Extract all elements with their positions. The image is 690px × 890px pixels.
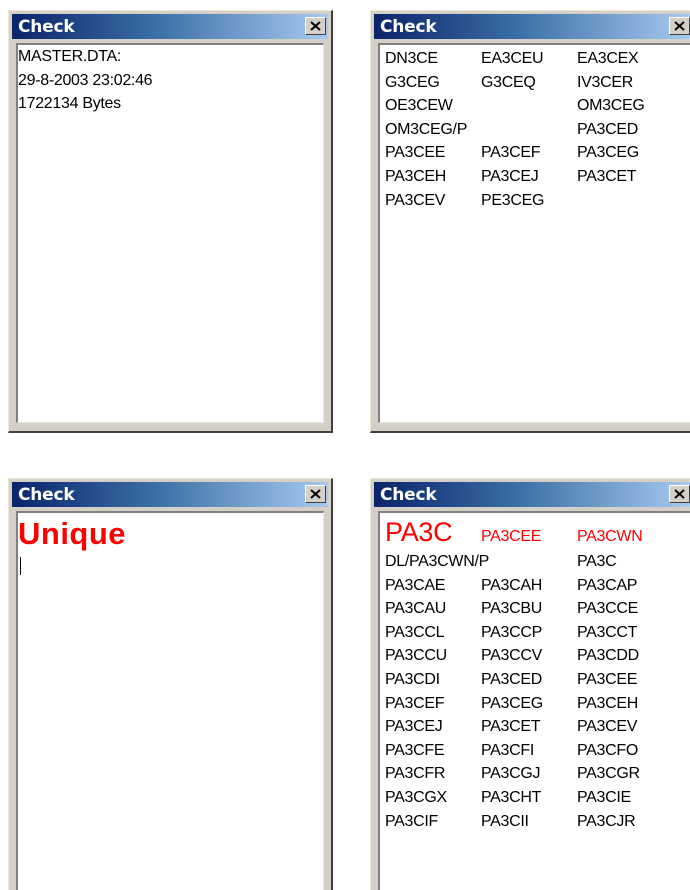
list-item[interactable]: PA3C <box>577 550 673 574</box>
callsign-list[interactable]: DN3CE EA3CEU EA3CEX G3CEG G3CEQ IV3CER O… <box>378 43 690 423</box>
query-call: PA3C <box>385 517 453 547</box>
list-item[interactable]: G3CEQ <box>481 71 577 95</box>
list-item[interactable]: PA3CEH <box>577 692 673 716</box>
list-item[interactable]: PA3CET <box>577 165 673 189</box>
list-item[interactable]: PA3CGX <box>385 786 481 810</box>
list-item[interactable]: PA3CEV <box>577 715 673 739</box>
close-button[interactable] <box>305 485 326 503</box>
list-item[interactable]: PA3CEF <box>481 141 577 165</box>
file-date-line: 29-8-2003 23:02:46 <box>18 71 153 89</box>
list-item[interactable]: OM3CEG <box>577 94 673 118</box>
window-title: Check <box>18 485 75 505</box>
close-icon <box>310 21 321 31</box>
list-item[interactable]: PA3CFI <box>481 739 577 763</box>
list-item[interactable]: PA3CCV <box>481 644 577 668</box>
list-item[interactable]: EA3CEU <box>481 47 577 71</box>
window-title: Check <box>380 17 437 37</box>
list-item[interactable]: DN3CE <box>385 47 481 71</box>
close-button[interactable] <box>669 17 690 35</box>
list-item[interactable]: PA3CEE <box>577 668 673 692</box>
list-item[interactable]: PA3CEV <box>385 189 481 213</box>
close-button[interactable] <box>305 17 326 35</box>
title-bar[interactable]: Check <box>12 14 328 39</box>
list-item[interactable]: OE3CEW <box>385 94 577 118</box>
check-window-unique: Check Unique <box>8 478 333 890</box>
list-item[interactable]: PA3CED <box>481 668 577 692</box>
file-name-line: MASTER.DTA: <box>18 48 122 65</box>
list-item[interactable]: PA3CEF <box>385 692 481 716</box>
text-area[interactable]: Unique <box>16 511 324 890</box>
list-item[interactable]: PA3CFO <box>577 739 673 763</box>
close-icon <box>674 21 685 31</box>
close-button[interactable] <box>669 485 690 503</box>
close-icon <box>674 489 685 499</box>
unique-status: Unique <box>18 516 127 551</box>
list-item[interactable]: PA3CEE <box>385 141 481 165</box>
list-item[interactable]: PA3CDD <box>577 644 673 668</box>
title-bar[interactable]: Check <box>12 482 328 507</box>
list-item[interactable]: PE3CEG <box>481 189 577 213</box>
text-area[interactable]: MASTER.DTA: 29-8-2003 23:02:46 1722134 B… <box>16 43 324 423</box>
list-item[interactable]: PA3CCE <box>577 597 673 621</box>
list-item[interactable]: PA3CAE <box>385 574 481 598</box>
list-item[interactable]: G3CEG <box>385 71 481 95</box>
list-item[interactable]: PA3CJR <box>577 810 673 834</box>
list-item[interactable]: PA3CCU <box>385 644 481 668</box>
title-bar[interactable]: Check <box>374 482 690 507</box>
list-item[interactable]: PA3CED <box>577 118 673 142</box>
list-item[interactable]: PA3CCL <box>385 621 481 645</box>
list-item[interactable]: PA3CBU <box>481 597 577 621</box>
close-icon <box>310 489 321 499</box>
window-title: Check <box>18 17 75 37</box>
list-item[interactable]: PA3CFR <box>385 762 481 786</box>
list-item[interactable]: PA3CII <box>481 810 577 834</box>
list-item[interactable]: PA3CEG <box>577 141 673 165</box>
list-item[interactable]: PA3CDI <box>385 668 481 692</box>
partial-match-list[interactable]: PA3C PA3CEE PA3CWN DL/PA3CWN/P PA3C PA3C… <box>378 511 690 890</box>
list-item[interactable]: PA3CCP <box>481 621 577 645</box>
list-item[interactable]: PA3CGR <box>577 762 673 786</box>
list-item[interactable]: PA3CFE <box>385 739 481 763</box>
list-item[interactable]: EA3CEX <box>577 47 673 71</box>
window-title: Check <box>380 485 437 505</box>
list-item[interactable]: PA3CAP <box>577 574 673 598</box>
list-item[interactable]: PA3CEJ <box>481 165 577 189</box>
list-item[interactable]: PA3CEH <box>385 165 481 189</box>
list-item[interactable]: PA3CGJ <box>481 762 577 786</box>
check-window-callsign-list: Check DN3CE EA3CEU EA3CEX G3CEG G3CEQ IV… <box>370 10 690 433</box>
list-item[interactable]: PA3CEG <box>481 692 577 716</box>
text-cursor <box>20 557 21 575</box>
list-item[interactable]: PA3CHT <box>481 786 577 810</box>
list-item[interactable]: PA3CIF <box>385 810 481 834</box>
check-window-partial-match: Check PA3C PA3CEE PA3CWN DL/PA3CWN/P PA3… <box>370 478 690 890</box>
highlight-call[interactable]: PA3CEE <box>481 525 577 549</box>
list-item[interactable]: PA3CAH <box>481 574 577 598</box>
list-item[interactable]: PA3CIE <box>577 786 673 810</box>
file-size-line: 1722134 Bytes <box>18 95 121 113</box>
highlight-call[interactable]: PA3CWN <box>577 525 643 549</box>
list-item[interactable]: PA3CEJ <box>385 715 481 739</box>
list-item[interactable]: IV3CER <box>577 71 673 95</box>
list-item[interactable]: PA3CCT <box>577 621 673 645</box>
title-bar[interactable]: Check <box>374 14 690 39</box>
list-item[interactable]: DL/PA3CWN/P <box>385 550 577 574</box>
check-window-file-info: Check MASTER.DTA: 29-8-2003 23:02:46 172… <box>8 10 333 433</box>
list-item[interactable]: PA3CAU <box>385 597 481 621</box>
list-item[interactable]: OM3CEG/P <box>385 118 577 142</box>
list-item[interactable]: PA3CET <box>481 715 577 739</box>
